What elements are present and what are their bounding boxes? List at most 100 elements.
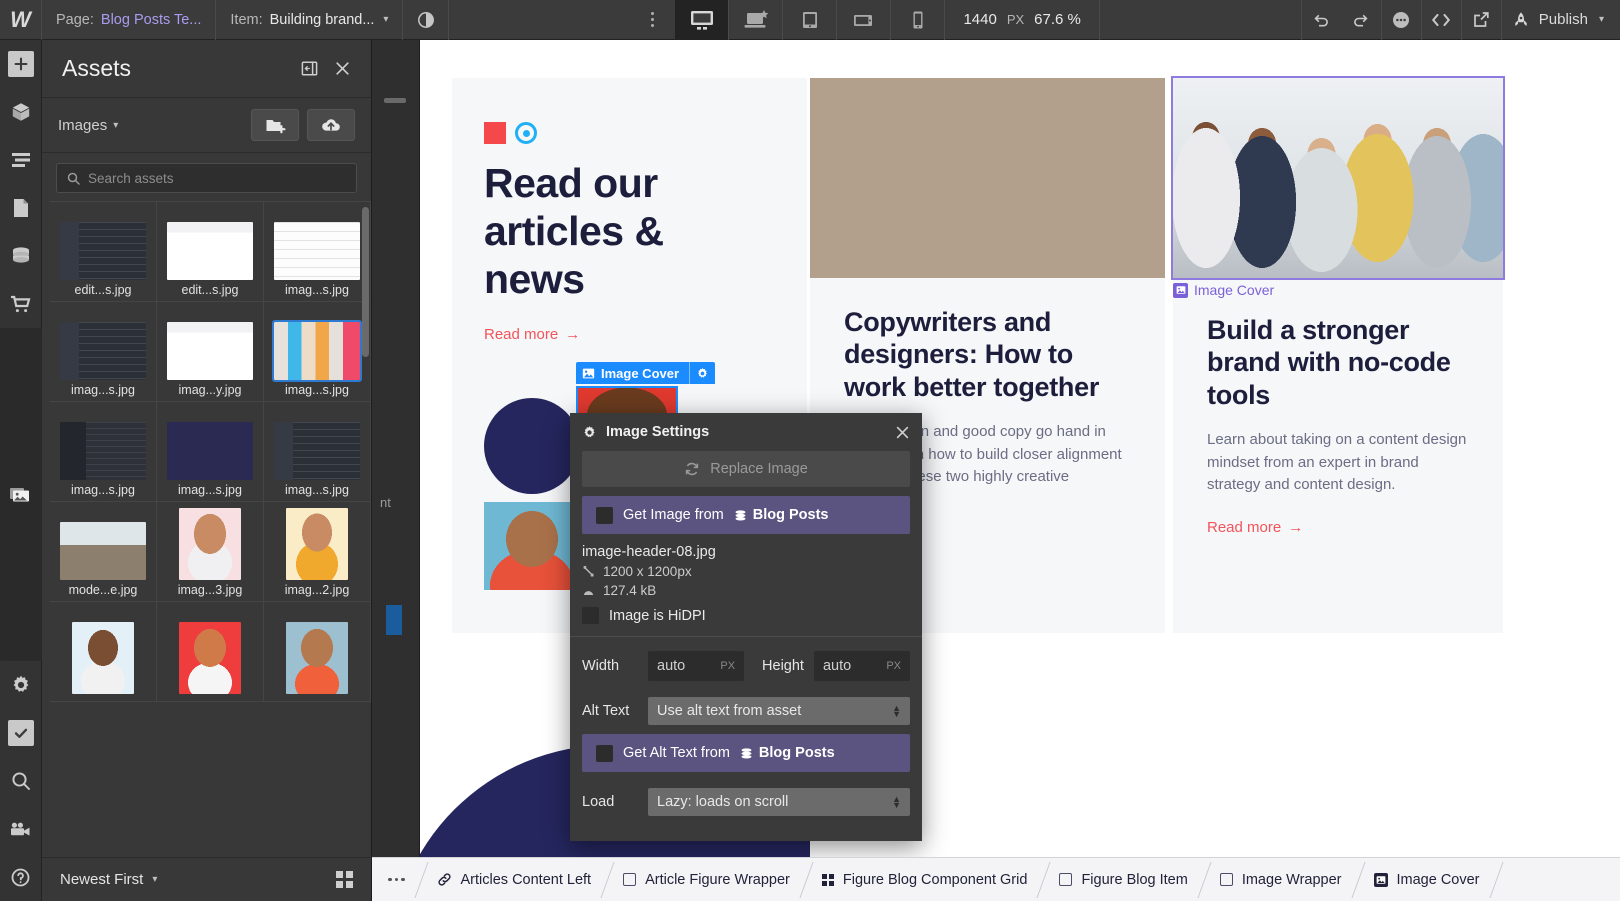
assets-panel: Assets Images ▾ Search assets edit...s.j… [42,40,372,901]
sidebar-item-components[interactable] [0,88,42,136]
assets-type-filter[interactable]: Images [58,117,107,134]
sidebar-item-pages[interactable] [0,184,42,232]
asset-item[interactable] [157,602,264,702]
breakpoint-desktop[interactable] [675,0,730,40]
sidebar-item-assets[interactable] [0,328,42,661]
sidebar-item-settings[interactable] [0,661,42,709]
breadcrumb-item[interactable]: Figure Blog Component Grid [806,858,1044,901]
sidebar-item-search[interactable] [0,757,42,805]
breakpoint-mobile-landscape[interactable] [837,0,892,40]
asset-item[interactable]: edit...s.jpg [50,202,157,302]
cube-icon [8,99,34,125]
asset-item[interactable]: imag...s.jpg [264,202,371,302]
sidebar-item-ecommerce[interactable] [0,280,42,328]
breadcrumb-item[interactable]: Figure Blog Item [1043,858,1203,901]
blog-card[interactable]: Image Cover Build a stronger brand with … [1171,76,1505,633]
strip-handle[interactable] [384,98,406,103]
replace-image-button[interactable]: Replace Image [582,451,910,487]
hidpi-toggle-row[interactable]: Image is HiDPI [582,607,910,624]
undo-button[interactable] [1300,0,1341,40]
asset-item[interactable]: imag...y.jpg [157,302,264,402]
more-vertical-icon [650,12,654,27]
hero-read-more-link[interactable]: Read more → [484,326,775,343]
webflow-logo[interactable]: W [0,0,42,40]
preview-toggle-button[interactable] [403,0,450,40]
design-canvas[interactable]: Read our articles & news Read more → Ima… [372,40,1620,901]
sidebar-item-audit[interactable] [0,709,42,757]
sidebar-item-help[interactable] [0,853,42,901]
grid-view-icon[interactable] [336,871,353,888]
hero-eyebrow-shapes [484,122,807,144]
database-icon [8,243,34,269]
asset-item[interactable]: imag...s.jpg [264,302,371,402]
asset-item[interactable]: imag...s.jpg [264,402,371,502]
page-selector[interactable]: Page: Blog Posts Te... [42,0,217,40]
asset-item[interactable]: edit...s.jpg [157,202,264,302]
audit-button[interactable] [1380,0,1421,40]
assets-grid-scroll[interactable]: edit...s.jpg edit...s.jpg imag...s.jpg imag… [42,201,371,857]
breadcrumb-item[interactable]: Article Figure Wrapper [607,858,806,901]
get-image-from-binding[interactable]: Get Image from Blog Posts [582,496,910,534]
breadcrumb-item[interactable]: Image Cover [1358,858,1496,901]
redo-button[interactable] [1341,0,1381,40]
alt-text-select[interactable]: Use alt text from asset ▲ ▼ [648,697,910,725]
asset-item[interactable]: imag...s.jpg [50,302,157,402]
item-selector[interactable]: Item: Building brand... ▾ [216,0,404,40]
asset-item[interactable] [50,602,157,702]
sidebar-item-add-elements[interactable] [0,40,42,88]
get-image-source[interactable]: Blog Posts [734,507,829,523]
get-alt-text-from-binding[interactable]: Get Alt Text from Blog Posts [582,734,910,772]
link-component-icon [437,872,452,887]
resize-icon [582,565,595,578]
search-input[interactable]: Search assets [56,163,357,193]
close-icon[interactable] [334,60,351,77]
breakpoint-larger[interactable] [729,0,784,40]
get-alt-source[interactable]: Blog Posts [740,745,835,761]
more-options-button[interactable] [629,0,675,40]
hidpi-checkbox[interactable] [582,607,599,624]
asset-item[interactable]: imag...3.jpg [157,502,264,602]
selection-badge[interactable]: Image Cover [576,362,716,384]
share-button[interactable] [1460,0,1501,40]
sidebar-item-video-tutorials[interactable] [0,805,42,853]
assets-scrollbar[interactable] [362,207,369,357]
square-block-icon [1219,873,1233,886]
publish-button[interactable]: Publish ▾ [1500,0,1620,40]
image-settings-modal[interactable]: Image Settings Replace Image Get Image f… [570,413,922,841]
breakpoint-mobile-portrait[interactable] [891,0,946,40]
code-export-button[interactable] [1420,0,1461,40]
selection-settings-button[interactable] [689,362,715,384]
webflow-designer: W Page: Blog Posts Te... Item: Building … [0,0,1620,901]
rocket-icon [1512,11,1530,29]
asset-item[interactable] [264,602,371,702]
height-label: Height [762,658,804,674]
weight-icon [582,584,595,597]
sidebar-item-cms[interactable] [0,232,42,280]
upload-asset-button[interactable] [307,109,355,141]
asset-item[interactable]: imag...s.jpg [157,402,264,502]
canvas-size-and-zoom[interactable]: 1440 PX 67.6 % [945,0,1100,40]
new-folder-button[interactable] [251,109,299,141]
hover-element-label-text: Image Cover [1194,282,1275,298]
breadcrumb-item[interactable]: Image Wrapper [1204,858,1358,901]
height-input[interactable]: auto PX [813,651,911,681]
rendered-page: Read our articles & news Read more → Ima… [380,40,1620,901]
panel-collapse-icon[interactable] [301,60,318,77]
assets-sort-selector[interactable]: Newest First [60,871,143,888]
get-image-source-label: Blog Posts [752,507,829,523]
asset-item[interactable]: mode...e.jpg [50,502,157,602]
blog-card-image[interactable] [810,78,1165,278]
asset-item[interactable]: imag...s.jpg [50,402,157,502]
load-select[interactable]: Lazy: loads on scroll ▲ ▼ [648,788,910,816]
search-icon [67,172,80,185]
blog-card-body: Learn about taking on a content design m… [1207,431,1467,494]
breadcrumb-item[interactable]: Articles Content Left [421,858,608,901]
close-icon[interactable] [895,425,910,440]
blog-card-read-more[interactable]: Read more → [1207,519,1469,536]
assets-images-icon [9,482,33,508]
asset-item[interactable]: imag...2.jpg [264,502,371,602]
breadcrumb-overflow[interactable] [372,858,421,901]
sidebar-item-navigator[interactable] [0,136,42,184]
width-input[interactable]: auto PX [648,651,745,681]
breakpoint-tablet[interactable] [783,0,838,40]
